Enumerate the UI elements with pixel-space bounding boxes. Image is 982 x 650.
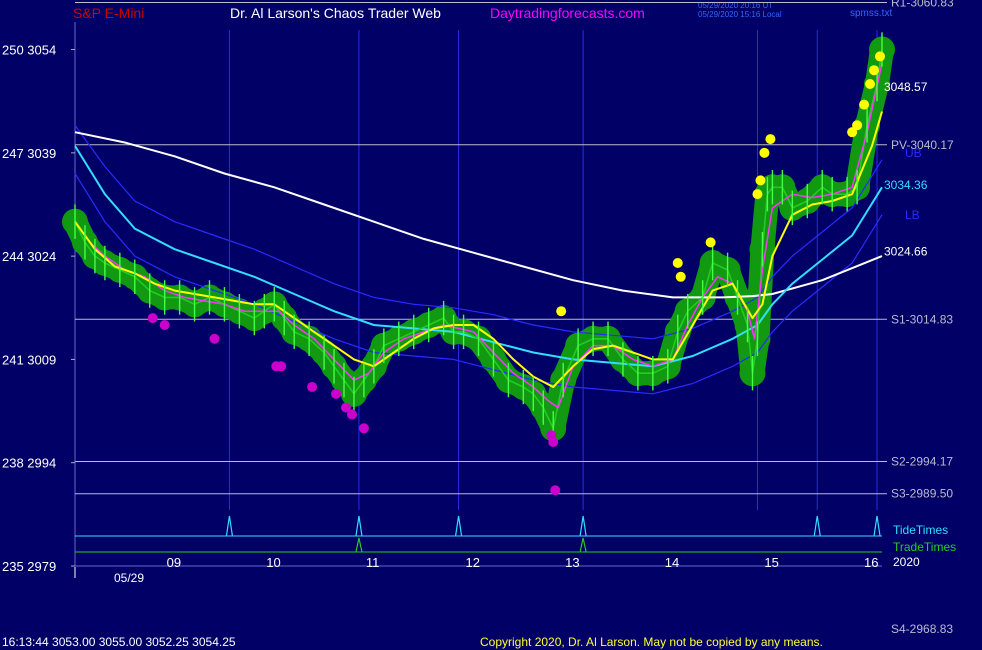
magenta-dot [550, 485, 561, 496]
timestamp-local: 05/29/2020 15:16 Local [698, 10, 782, 19]
right-value-label: LB [905, 208, 920, 222]
right-value-label: 3048.57 [884, 80, 928, 94]
level-label-s4: S4-2968.83 [891, 622, 953, 636]
yellow-dot [865, 78, 876, 89]
yellow-dot [556, 306, 567, 317]
x-tick-label: 09 [167, 555, 181, 570]
yellow-dot [675, 271, 686, 282]
magenta-dot [548, 437, 559, 448]
level-label-s3: S3-2989.50 [891, 487, 953, 501]
instrument-title: S&P E-Mini [73, 5, 144, 21]
level-label-r1: R1-3060.83 [891, 0, 954, 10]
trade-times-label: TradeTimes [893, 540, 956, 554]
copyright: Copyright 2020, Dr. Al Larson. May not b… [480, 635, 823, 649]
level-label-pv: PV-3040.17 [891, 138, 954, 152]
right-value-label: UB [905, 146, 922, 160]
right-value-label: 3034.36 [884, 178, 928, 192]
y-tick-label: 235 2979 [2, 559, 56, 574]
x-tick-label: 10 [266, 555, 280, 570]
x-tick-label: 14 [665, 555, 679, 570]
magenta-dot [147, 313, 158, 324]
yellow-dot [705, 237, 716, 248]
level-label-s2: S2-2994.17 [891, 455, 953, 469]
year-label: 2020 [893, 555, 920, 569]
site-url[interactable]: Daytradingforecasts.com [490, 5, 645, 21]
magenta-dot [159, 319, 170, 330]
x-tick-label: 11 [366, 555, 380, 570]
y-tick-label: 238 2994 [2, 456, 56, 471]
yellow-dot [752, 189, 763, 200]
quote-readout: 16:13:44 3053.00 3055.00 3052.25 3054.25 [2, 635, 236, 649]
file-name: spmss.txt [850, 8, 892, 19]
magenta-dot [307, 381, 318, 392]
date-label: 05/29 [114, 571, 144, 585]
yellow-dot [755, 175, 766, 186]
tide-times-label: TideTimes [893, 523, 948, 537]
y-tick-label: 244 3024 [2, 249, 56, 264]
magenta-dot [346, 409, 357, 420]
yellow-dot [852, 120, 863, 131]
x-tick-label: 16 [864, 555, 878, 570]
x-tick-label: 13 [565, 555, 579, 570]
chart: S&P E-Mini Dr. Al Larson's Chaos Trader … [0, 0, 982, 650]
x-tick-label: 12 [466, 555, 480, 570]
yellow-dot [869, 65, 880, 76]
x-tick-label: 15 [764, 555, 778, 570]
yellow-dot [672, 258, 683, 269]
magenta-dot [358, 423, 369, 434]
magenta-dot [331, 388, 342, 399]
yellow-dot [765, 134, 776, 145]
yellow-dot [859, 99, 870, 110]
y-tick-label: 241 3009 [2, 352, 56, 367]
y-tick-label: 247 3039 [2, 146, 56, 161]
y-tick-label: 250 3054 [2, 43, 56, 58]
site-title: Dr. Al Larson's Chaos Trader Web [230, 5, 441, 21]
magenta-dot [276, 361, 287, 372]
yellow-dot [875, 51, 886, 62]
magenta-dot [209, 333, 220, 344]
yellow-dot [759, 147, 770, 158]
right-value-label: 3024.66 [884, 245, 928, 259]
level-label-s1: S1-3014.83 [891, 312, 953, 326]
